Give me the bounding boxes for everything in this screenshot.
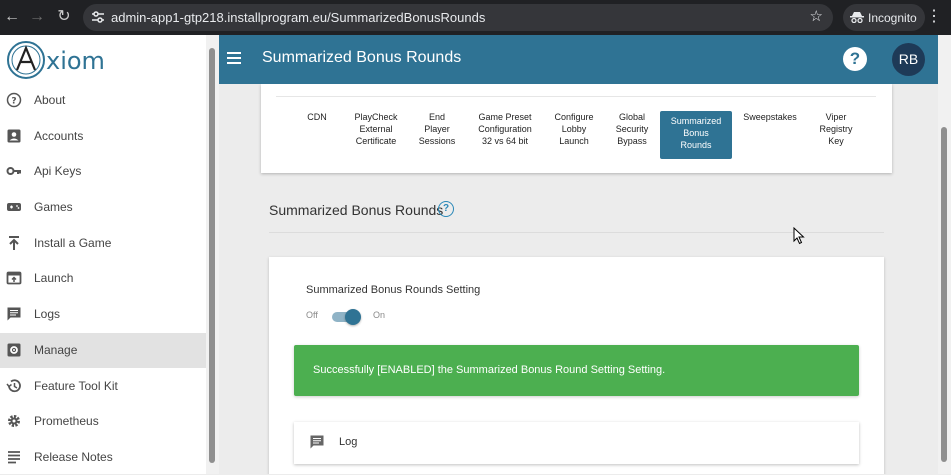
log-label: Log (339, 436, 358, 448)
sidebar-item-label: Logs (34, 307, 61, 321)
sidebar-item-label: Manage (34, 343, 78, 357)
hamburger-menu-icon[interactable] (225, 49, 243, 67)
log-panel[interactable]: Log (294, 422, 859, 464)
sidebar-item-label: About (34, 93, 66, 107)
page-scrollbar-thumb[interactable] (941, 127, 947, 462)
tab-summarized-bonus-rounds[interactable]: Summarized Bonus Rounds (660, 111, 732, 159)
tab-end-player-sessions[interactable]: End Player Sessions (414, 111, 460, 147)
sidebar-item-label: Release Notes (34, 450, 113, 464)
setting-label: Summarized Bonus Rounds Setting (306, 284, 481, 296)
user-avatar[interactable]: RB (892, 43, 925, 76)
sidebar-item-about[interactable]: ? About (0, 83, 206, 118)
sidebar-item-launch[interactable]: Launch (0, 261, 206, 296)
tab-playcheck-external-certificate[interactable]: PlayCheck External Certificate (348, 111, 404, 147)
sidebar-item-accounts[interactable]: Accounts (0, 119, 206, 154)
success-alert: Successfully [ENABLED] the Summarized Bo… (294, 345, 859, 396)
section-divider (269, 232, 884, 233)
setting-card: Summarized Bonus Rounds Setting Off On S… (269, 257, 884, 474)
toggle-on-label: On (373, 310, 386, 320)
tab-cdn[interactable]: CDN (301, 111, 333, 123)
section-title: Summarized Bonus Rounds (269, 202, 444, 218)
axiom-logo[interactable]: xiom (6, 39, 146, 81)
logo-text: xiom (46, 47, 105, 75)
gear-box-icon (7, 343, 21, 357)
tab-configure-lobby-launch[interactable]: Configure Lobby Launch (548, 111, 600, 147)
settings-tabs-card: CDN PlayCheck External Certificate End Play… (261, 84, 892, 173)
sidebar-item-prometheus[interactable]: Prometheus (0, 404, 206, 439)
sidebar-item-install-a-game[interactable]: Install a Game (0, 226, 206, 261)
toggle-off-label: Off (306, 310, 318, 320)
sidebar-item-release-notes[interactable]: Release Notes (0, 440, 206, 475)
sidebar-item-logs[interactable]: Logs (0, 297, 206, 332)
reload-icon[interactable]: ↻ (52, 5, 76, 29)
browser-menu-icon[interactable]: ⋮ (926, 5, 942, 29)
section-help-icon[interactable]: ? (438, 201, 454, 217)
sidebar-item-label: Api Keys (34, 164, 82, 178)
sidebar-item-manage[interactable]: Manage (0, 333, 206, 368)
sidebar: xiom ? About Accounts Api Keys Games Ins… (0, 35, 219, 474)
launch-icon (6, 271, 22, 285)
main-content: CDN PlayCheck External Certificate End Play… (219, 84, 938, 474)
sidebar-item-label: Accounts (34, 129, 84, 143)
tab-game-preset-configuration[interactable]: Game Preset Configuration 32 vs 64 bit (470, 111, 540, 147)
history-icon (6, 379, 21, 393)
account-box-icon (7, 129, 21, 143)
address-bar[interactable]: admin-app1-gtp218.installprogram.eu/Summ… (83, 4, 833, 31)
tab-viper-registry-key[interactable]: Viper Registry Key (813, 111, 859, 147)
sidebar-item-games[interactable]: Games (0, 190, 206, 225)
mouse-cursor-icon (793, 227, 805, 245)
notes-icon (8, 451, 20, 464)
gamepad-icon (7, 203, 21, 211)
sidebar-item-label: Feature Tool Kit (34, 379, 118, 393)
tab-sweepstakes[interactable]: Sweepstakes (739, 111, 801, 123)
sidebar-item-label: Install a Game (34, 236, 112, 250)
bookmark-star-icon[interactable]: ☆ (810, 7, 823, 25)
site-info-icon[interactable] (91, 10, 105, 24)
incognito-icon (850, 12, 864, 23)
alert-message: Successfully [ENABLED] the Summarized Bo… (313, 364, 666, 376)
sidebar-item-api-keys[interactable]: Api Keys (0, 154, 206, 189)
incognito-label: Incognito (868, 11, 917, 25)
help-icon[interactable]: ? (843, 47, 867, 71)
forward-arrow-icon[interactable]: → (25, 5, 49, 29)
tab-global-security-bypass[interactable]: Global Security Bypass (607, 111, 657, 147)
sidebar-item-label: Prometheus (34, 414, 99, 428)
tabs-divider (276, 96, 876, 97)
sidebar-item-label: Launch (34, 271, 74, 285)
message-icon (7, 307, 21, 321)
url-text[interactable]: admin-app1-gtp218.installprogram.eu/Summ… (111, 10, 485, 25)
toggle-thumb[interactable] (345, 309, 361, 325)
incognito-badge[interactable]: Incognito (843, 4, 925, 31)
sidebar-item-feature-tool-kit[interactable]: Feature Tool Kit (0, 369, 206, 404)
back-arrow-icon[interactable]: ← (0, 5, 24, 29)
page-title: Summarized Bonus Rounds (262, 49, 462, 66)
help-circle-icon: ? (6, 92, 22, 108)
upload-icon (9, 236, 19, 250)
browser-toolbar: ← → ↻ admin-app1-gtp218.installprogram.e… (0, 0, 951, 35)
sidebar-scrollbar-thumb[interactable] (209, 48, 215, 463)
svg-text:?: ? (11, 97, 16, 107)
settings-icon (8, 415, 20, 427)
sidebar-item-label: Games (34, 200, 73, 214)
key-icon (6, 167, 21, 175)
app-header: Summarized Bonus Rounds ? RB (219, 35, 938, 84)
message-icon (310, 435, 324, 449)
